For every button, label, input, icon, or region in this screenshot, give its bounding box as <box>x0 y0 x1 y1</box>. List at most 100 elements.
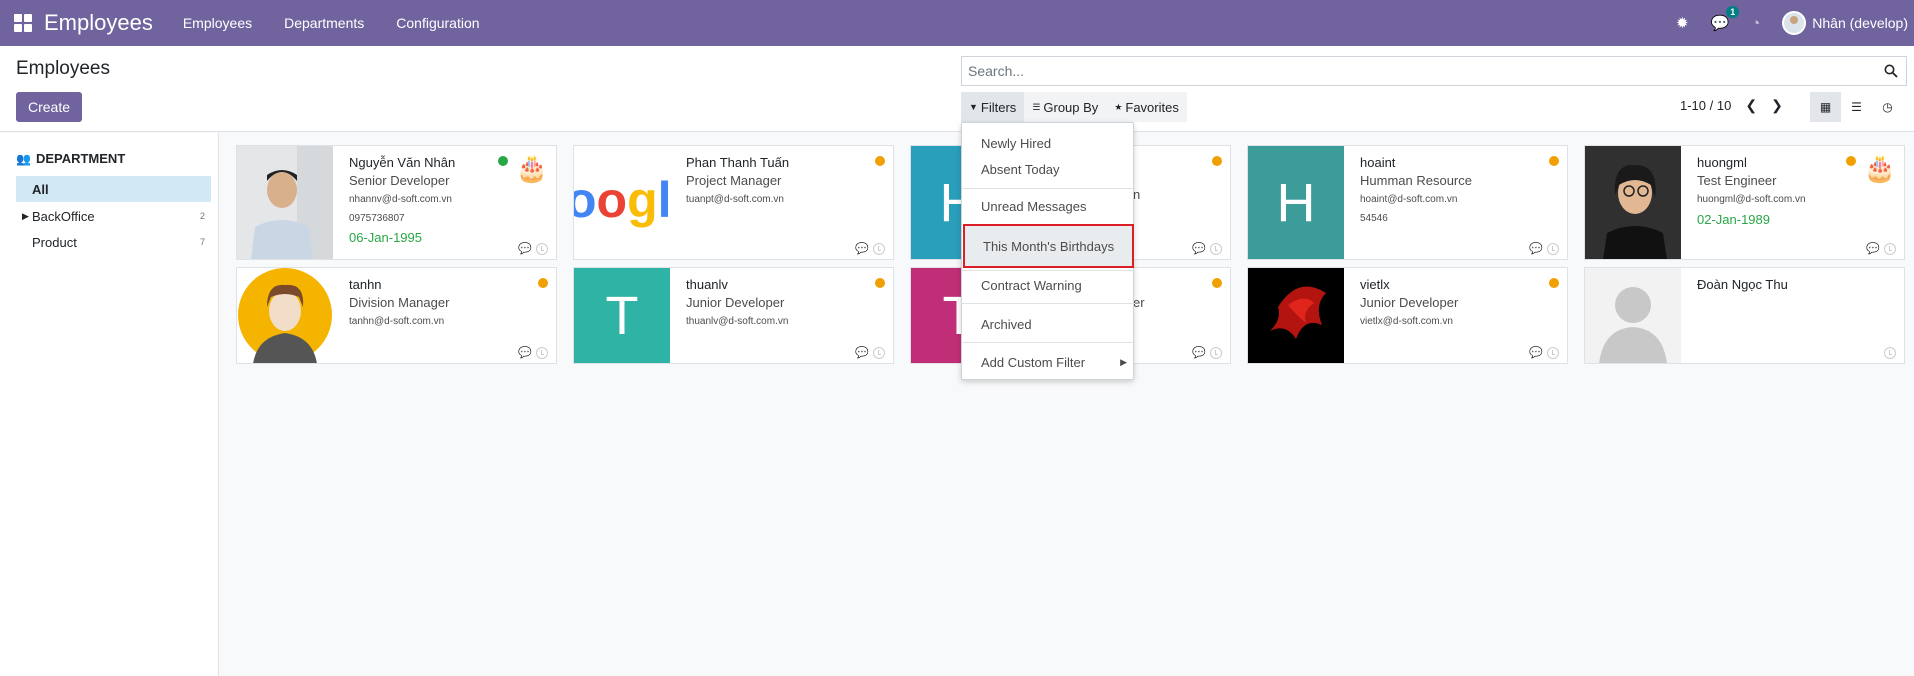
activity-view-icon[interactable]: ◷ <box>1872 92 1903 122</box>
caret-right-icon[interactable]: ▶ <box>16 211 32 222</box>
activity-icon[interactable] <box>536 242 548 255</box>
activity-icon[interactable] <box>873 346 885 359</box>
employee-card[interactable]: vietlx Junior Developer vietlx@d-soft.co… <box>1247 267 1568 364</box>
users-icon: 👥 <box>16 151 31 166</box>
activity-icon[interactable] <box>1210 242 1222 255</box>
side-item-label: All <box>32 181 49 197</box>
menu-configuration[interactable]: Configuration <box>396 15 479 31</box>
activity-icon[interactable] <box>1884 242 1896 255</box>
group-by-label: Group By <box>1043 99 1099 115</box>
filter-archived[interactable]: Archived <box>962 312 1135 336</box>
filter-unread-messages[interactable]: Unread Messages <box>962 194 1135 218</box>
message-icon[interactable]: 💬 <box>855 346 869 359</box>
star-icon: ★ <box>1114 101 1123 112</box>
message-icon[interactable]: 💬 <box>1192 242 1206 255</box>
employee-card[interactable]: H hoaint Humman Resource hoaint@d-soft.c… <box>1247 145 1568 260</box>
messages-badge: 1 <box>1726 6 1740 18</box>
employee-card[interactable]: huongml Test Engineer huongml@d-soft.com… <box>1584 145 1905 260</box>
user-avatar[interactable] <box>1782 11 1807 35</box>
side-item-count: 2 <box>199 211 205 221</box>
filters-button[interactable]: ▼ Filters <box>961 92 1025 122</box>
activity-icon[interactable] <box>1884 347 1896 359</box>
activity-icon[interactable] <box>1547 346 1559 359</box>
apps-grid-icon[interactable] <box>14 14 32 32</box>
employee-name: tanhn <box>349 277 382 292</box>
funnel-icon: ▼ <box>969 102 978 112</box>
search-input[interactable] <box>962 57 1884 85</box>
svg-text:oogl: oogl <box>574 172 670 228</box>
app-title[interactable]: Employees <box>44 10 153 36</box>
employee-phone: 54546 <box>1360 213 1388 224</box>
search-icon[interactable] <box>1884 64 1898 78</box>
message-icon[interactable]: 💬 <box>1529 242 1543 255</box>
side-item-count: 7 <box>199 237 205 247</box>
employee-name: huongml <box>1697 155 1747 170</box>
control-panel: Employees Create ▼Filters ☰Group By ★Fav… <box>0 46 1914 132</box>
message-icon[interactable]: 💬 <box>1529 346 1543 359</box>
filter-this-months-birthdays[interactable]: This Month's Birthdays <box>963 224 1134 268</box>
side-item-label: BackOffice <box>32 208 95 224</box>
chat-icon[interactable]: 💬 1 <box>1711 6 1740 32</box>
pager-value[interactable]: 1-10 / 10 <box>1680 98 1731 113</box>
page-title: Employees <box>16 58 110 79</box>
status-dot <box>498 156 508 166</box>
list-view-icon[interactable]: ☰ <box>1841 92 1872 122</box>
bug-icon[interactable]: ✹ <box>1676 14 1689 32</box>
clock-icon[interactable]: ◔ <box>1751 15 1760 32</box>
filter-contract-warning[interactable]: Contract Warning <box>962 273 1135 297</box>
employee-photo: H <box>1248 146 1344 259</box>
employee-card[interactable]: Đoàn Ngọc Thu <box>1584 267 1905 364</box>
employee-job: Division Manager <box>349 295 450 310</box>
create-button[interactable]: Create <box>16 92 83 122</box>
employee-phone: 0975736807 <box>349 213 405 224</box>
bars-icon: ☰ <box>1032 101 1041 112</box>
menu-departments[interactable]: Departments <box>284 15 364 31</box>
group-by-button[interactable]: ☰ Group By <box>1024 92 1107 122</box>
search-bar <box>961 56 1907 86</box>
employee-photo <box>1585 146 1681 259</box>
pager-next-icon[interactable]: ❯ <box>1771 97 1783 114</box>
menu-employees[interactable]: Employees <box>183 15 252 31</box>
user-name[interactable]: Nhân (develop) <box>1812 15 1908 31</box>
pager-previous-icon[interactable]: ❮ <box>1745 97 1757 114</box>
employee-photo <box>237 146 333 259</box>
status-dot <box>875 278 885 288</box>
employee-email: nhannv@d-soft.com.vn <box>349 194 452 205</box>
activity-icon[interactable] <box>1210 346 1222 359</box>
message-icon[interactable]: 💬 <box>1192 346 1206 359</box>
favorites-label: Favorites <box>1125 99 1179 115</box>
message-icon[interactable]: 💬 <box>518 346 532 359</box>
employee-card[interactable]: tanhn Division Manager tanhn@d-soft.com.… <box>236 267 557 364</box>
activity-icon[interactable] <box>536 346 548 359</box>
message-icon[interactable]: 💬 <box>1866 242 1880 255</box>
employee-card[interactable]: Nguyễn Văn Nhân Senior Developer nhannv@… <box>236 145 557 260</box>
message-icon[interactable]: 💬 <box>518 242 532 255</box>
filters-dropdown: Newly Hired Absent Today Unread Messages… <box>961 122 1135 380</box>
add-custom-filter[interactable]: Add Custom Filter ▶ <box>962 350 1135 374</box>
side-item-backoffice[interactable]: ▶ BackOffice 2 <box>16 203 211 229</box>
side-item-label: Product <box>32 234 77 250</box>
employee-job-fragment: n <box>1133 187 1141 202</box>
employee-card[interactable]: T thuanlv Junior Developer thuanlv@d-sof… <box>573 267 894 364</box>
employee-email: tuanpt@d-soft.com.vn <box>686 194 784 205</box>
side-item-product[interactable]: Product 7 <box>16 229 211 255</box>
employee-card[interactable]: oogl Phan Thanh Tuấn Project Manager tua… <box>573 145 894 260</box>
employee-photo <box>1248 268 1344 363</box>
employee-name: Phan Thanh Tuấn <box>686 155 790 170</box>
employee-email: hoaint@d-soft.com.vn <box>1360 194 1458 205</box>
side-panel-title: 👥 DEPARTMENT <box>16 151 125 166</box>
employee-photo <box>1585 268 1681 363</box>
filter-newly-hired[interactable]: Newly Hired <box>962 131 1135 155</box>
side-item-all[interactable]: All <box>16 176 211 202</box>
kanban-view-icon[interactable]: ▦ <box>1810 92 1841 122</box>
status-dot <box>1846 156 1856 166</box>
activity-icon[interactable] <box>1547 242 1559 255</box>
favorites-button[interactable]: ★ Favorites <box>1106 92 1187 122</box>
activity-icon[interactable] <box>873 242 885 255</box>
filter-absent-today[interactable]: Absent Today <box>962 157 1135 181</box>
cake-icon: 🎂 <box>515 153 548 183</box>
side-panel-title-label: DEPARTMENT <box>35 151 126 166</box>
pager: 1-10 / 10 ❮ ❯ <box>1680 97 1783 114</box>
message-icon[interactable]: 💬 <box>855 242 869 255</box>
employee-job: Test Engineer <box>1697 173 1777 188</box>
